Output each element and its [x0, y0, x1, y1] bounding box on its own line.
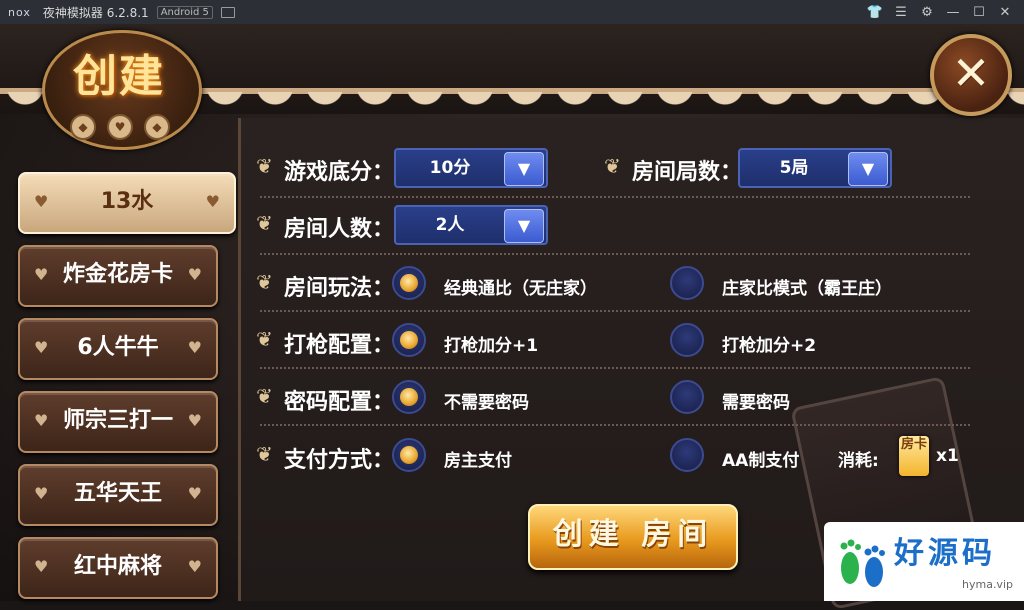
heart-icon: ♥ — [187, 411, 202, 430]
menu-icon[interactable]: ☰ — [888, 5, 914, 20]
cost-label: 消耗: — [838, 451, 879, 471]
fleur-icon: ❦ — [256, 211, 273, 235]
base-score-select[interactable]: 10分 ▼ — [394, 148, 548, 188]
sidebar-item-niuniu[interactable]: ♥ 6人牛牛 ♥ — [18, 318, 218, 380]
sidebar-item-label: 师宗三打一 — [62, 408, 173, 433]
sidebar-item-label: 红中麻将 — [73, 554, 162, 579]
payment-label: 支付方式： — [284, 448, 395, 473]
close-icon[interactable]: ✕ — [992, 5, 1018, 20]
password-radio-required[interactable] — [670, 380, 704, 414]
shirt-icon[interactable]: 👕 — [862, 5, 888, 20]
chevron-down-icon[interactable]: ▼ — [504, 152, 544, 186]
players-label: 房间人数： — [284, 217, 395, 242]
fleur-icon: ❦ — [256, 154, 273, 178]
heart-icon: ♥ — [34, 557, 49, 576]
chevron-down-icon[interactable]: ▼ — [848, 152, 888, 186]
row-divider — [260, 424, 970, 426]
row-divider — [260, 367, 970, 369]
create-room-button[interactable]: 创建 房间 — [528, 504, 738, 570]
play-mode-label: 房间玩法： — [284, 276, 395, 301]
payment-option-owner[interactable]: 房主支付 — [444, 446, 512, 471]
play-mode-radio-classic[interactable] — [392, 266, 426, 300]
nox-logo: nox — [8, 5, 31, 19]
gear-icon[interactable]: ⚙ — [914, 5, 940, 20]
password-config-label: 密码配置： — [284, 390, 395, 415]
heart-icon: ♥ — [34, 411, 49, 430]
heart-icon: ♥ — [187, 338, 202, 357]
row-divider — [260, 310, 970, 312]
rounds-value: 5局 — [779, 158, 809, 178]
heart-icon: ♥ — [34, 484, 49, 503]
fleur-icon: ❦ — [256, 384, 273, 408]
payment-option-aa[interactable]: AA制支付 — [722, 446, 799, 471]
payment-radio-owner[interactable] — [392, 438, 426, 472]
sidebar-item-label: 6人牛牛 — [77, 335, 159, 360]
fleur-icon: ❦ — [256, 270, 273, 294]
screenshot-icon[interactable] — [220, 6, 235, 18]
fleur-icon: ❦ — [256, 327, 273, 351]
window-controls: 👕 ☰ ⚙ — ☐ ✕ — [862, 0, 1018, 24]
heart-icon: ♥ — [187, 557, 202, 576]
base-score-value: 10分 — [429, 158, 471, 178]
payment-radio-aa[interactable] — [670, 438, 704, 472]
players-value: 2人 — [435, 215, 465, 235]
play-mode-radio-banker[interactable] — [670, 266, 704, 300]
footprints-logo — [840, 539, 885, 587]
play-mode-option-classic[interactable]: 经典通比（无庄家） — [444, 274, 597, 299]
sidebar-item-wuhua[interactable]: ♥ 五华天王 ♥ — [18, 464, 218, 526]
password-radio-none[interactable] — [392, 380, 426, 414]
play-mode-option-banker[interactable]: 庄家比模式（霸王庄） — [722, 274, 892, 299]
fleur-icon: ❦ — [256, 442, 273, 466]
password-option-none[interactable]: 不需要密码 — [444, 388, 529, 413]
sidebar-item-shizong[interactable]: ♥ 师宗三打一 ♥ — [18, 391, 218, 453]
emulator-titlebar: nox 夜神模拟器 6.2.8.1 Android 5 👕 ☰ ⚙ — ☐ ✕ — [0, 0, 1024, 24]
minimize-icon[interactable]: — — [940, 5, 966, 20]
sidebar-item-13shui[interactable]: ♥ 13水 ♥ — [18, 172, 236, 234]
game-type-sidebar: ♥ 13水 ♥ ♥ 炸金花房卡 ♥ ♥ 6人牛牛 ♥ ♥ 师宗三打一 ♥ ♥ 五… — [18, 172, 236, 610]
gun-config-label: 打枪配置： — [284, 333, 395, 358]
watermark-text: 好源码 — [894, 536, 996, 571]
android-version-badge: Android 5 — [156, 5, 213, 19]
chevron-down-icon[interactable]: ▼ — [504, 209, 544, 243]
gun-option-plus1[interactable]: 打枪加分+1 — [444, 331, 538, 356]
sidebar-item-zhajinhua[interactable]: ♥ 炸金花房卡 ♥ — [18, 245, 218, 307]
heart-icon: ♥ — [187, 265, 202, 284]
heart-icon: ♥ — [34, 192, 49, 211]
emblem-suits: ◆ ♥ ◆ — [70, 114, 170, 140]
window-title: 夜神模拟器 6.2.8.1 — [42, 5, 149, 20]
row-divider — [260, 253, 970, 255]
heart-icon: ♥ — [205, 192, 220, 211]
gun-radio-plus2[interactable] — [670, 323, 704, 357]
password-option-required[interactable]: 需要密码 — [722, 388, 790, 413]
heart-icon: ♥ — [187, 484, 202, 503]
players-select[interactable]: 2人 ▼ — [394, 205, 548, 245]
row-divider — [260, 196, 970, 198]
create-emblem: 创建 ◆ ♥ ◆ — [30, 28, 208, 150]
emblem-title: 创建 — [73, 51, 165, 102]
sidebar-item-label: 13水 — [100, 189, 154, 214]
close-button[interactable]: ✕ — [930, 34, 1012, 116]
heart-suit-icon: ♥ — [107, 114, 133, 140]
cost-quantity: x1 — [936, 446, 959, 466]
gun-option-plus2[interactable]: 打枪加分+2 — [722, 331, 816, 356]
watermark-url: hyma.vip — [962, 578, 1013, 591]
base-score-label: 游戏底分： — [284, 160, 395, 185]
gun-radio-plus1[interactable] — [392, 323, 426, 357]
rounds-select[interactable]: 5局 ▼ — [738, 148, 892, 188]
room-card-text: 房卡 — [900, 437, 927, 452]
sidebar-item-label: 炸金花房卡 — [62, 262, 173, 287]
rounds-label: 房间局数： — [632, 160, 743, 185]
club-suit-icon: ◆ — [144, 114, 170, 140]
fleur-icon: ❦ — [604, 154, 621, 178]
maximize-icon[interactable]: ☐ — [966, 5, 992, 20]
heart-icon: ♥ — [34, 338, 49, 357]
diamond-suit-icon: ◆ — [70, 114, 96, 140]
watermark: 好源码 hyma.vip — [824, 522, 1024, 601]
sidebar-item-label: 五华天王 — [73, 481, 162, 506]
sidebar-item-hongzhong[interactable]: ♥ 红中麻将 ♥ — [18, 537, 218, 599]
heart-icon: ♥ — [34, 265, 49, 284]
room-card-icon: 房卡 — [899, 436, 929, 476]
